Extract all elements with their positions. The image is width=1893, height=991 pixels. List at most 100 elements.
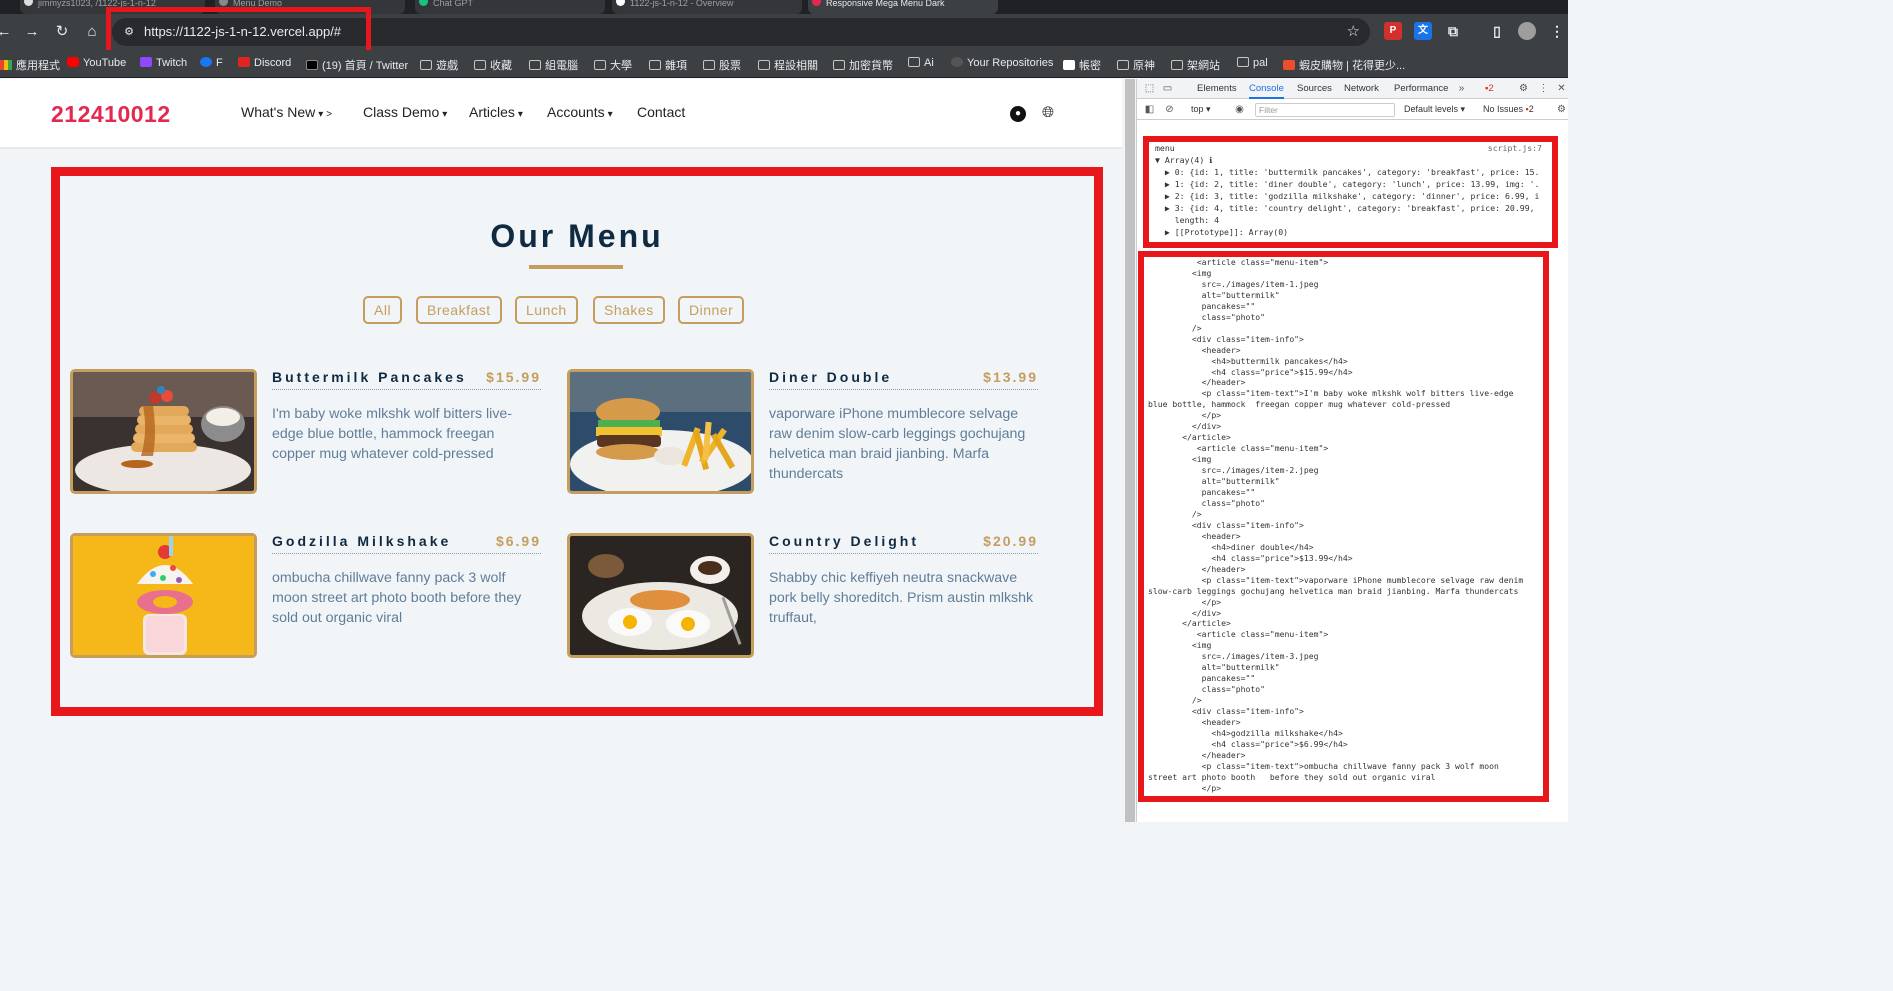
nav-contact[interactable]: Contact: [637, 104, 685, 120]
youtube-icon: [67, 57, 79, 67]
home-icon[interactable]: ⌂: [82, 22, 102, 42]
pdf-extension-icon[interactable]: P: [1384, 22, 1402, 40]
html-lines: <article class="menu-item"> <img src=./i…: [1148, 257, 1539, 796]
error-badge[interactable]: ▪2: [1485, 83, 1494, 94]
sidebar-toggle-icon[interactable]: ◧: [1143, 103, 1156, 116]
browser-tab[interactable]: 1122-js-1-n-12 - Overview: [612, 0, 802, 14]
translate-extension-icon[interactable]: 文: [1414, 22, 1432, 40]
bookmark-item[interactable]: YouTube: [67, 57, 126, 69]
item-text: vaporware iPhone mumblecore selvage raw …: [769, 406, 1026, 482]
more-options-icon[interactable]: ⋮: [1537, 82, 1550, 95]
item-info: Buttermilk Pancakes $15.99 I'm baby woke…: [272, 369, 541, 464]
site-logo[interactable]: 212410012: [51, 101, 171, 128]
page-scrollbar[interactable]: [1125, 79, 1135, 822]
x-twitter-icon: [306, 60, 318, 70]
filter-dinner-button[interactable]: Dinner: [678, 296, 745, 324]
browser-tab[interactable]: Chat GPT: [415, 0, 605, 14]
filter-lunch-button[interactable]: Lunch: [515, 296, 578, 324]
devtools-panel: ⬚ ▭ Elements Console Sources Network Per…: [1136, 79, 1568, 822]
context-selector[interactable]: top ▾: [1191, 104, 1211, 115]
html-source-line: </div>: [1148, 421, 1222, 432]
device-toolbar-icon[interactable]: ▭: [1161, 82, 1174, 95]
facebook-icon: [200, 57, 212, 67]
bookmark-item[interactable]: F: [200, 57, 223, 69]
bookmark-folder[interactable]: 程設相關: [758, 57, 818, 73]
html-source-line: alt="buttermilk": [1148, 662, 1280, 673]
html-source-line: <p class="item-text">ombucha chillwave f…: [1148, 760, 1499, 771]
html-source-line: <img: [1148, 640, 1212, 651]
bookmark-folder[interactable]: Ai: [908, 57, 934, 69]
bookmark-item[interactable]: 帳密: [1063, 57, 1101, 73]
item-price: $13.99: [983, 369, 1038, 385]
chevron-down-icon: ▾: [442, 109, 448, 120]
bookmark-item[interactable]: 蝦皮購物 | 花得更少...: [1283, 57, 1405, 73]
bookmark-label: F: [216, 57, 223, 69]
inspect-icon[interactable]: ⬚: [1143, 82, 1156, 95]
bookmark-folder[interactable]: 雜項: [649, 57, 687, 73]
close-icon[interactable]: ✕: [1555, 82, 1568, 95]
console-output-highlight: script.js:7 menu ▼ Array(4) ℹ ▶ 0: {id: 1,…: [1143, 136, 1558, 248]
profile-icon[interactable]: [1518, 22, 1536, 40]
bookmark-folder[interactable]: pal: [1237, 57, 1268, 69]
bookmark-folder[interactable]: 加密貨幣: [833, 57, 893, 73]
bookmark-item[interactable]: Discord: [238, 57, 291, 69]
html-source-line: <h4>buttermilk pancakes</h4>: [1148, 355, 1348, 366]
menu-icon[interactable]: ⋮: [1548, 22, 1566, 40]
bookmark-label: 應用程式: [16, 60, 60, 72]
extensions-icon[interactable]: ⧉: [1444, 22, 1462, 40]
html-source-line: <p class="item-text">vaporware iPhone mu…: [1148, 574, 1524, 585]
html-source-line: <img: [1148, 267, 1212, 278]
browser-tab-active[interactable]: Responsive Mega Menu Dark: [808, 0, 998, 14]
bookmark-folder[interactable]: 遊戲: [420, 57, 458, 73]
globe-icon[interactable]: 🌐︎: [1038, 103, 1058, 123]
nav-articles[interactable]: Articles ▾: [469, 104, 523, 120]
tab-sources[interactable]: Sources: [1297, 83, 1332, 94]
nav-label: Articles: [469, 104, 515, 120]
console-source-link[interactable]: script.js:7: [1488, 142, 1542, 154]
console-filter-input[interactable]: Filter: [1255, 103, 1395, 117]
nav-class-demo[interactable]: Class Demo ▾: [363, 104, 447, 120]
forward-icon[interactable]: →: [22, 22, 42, 42]
filter-shakes-button[interactable]: Shakes: [593, 296, 665, 324]
filter-breakfast-button[interactable]: Breakfast: [416, 296, 502, 324]
eye-icon[interactable]: ◉: [1233, 103, 1246, 116]
tab-elements[interactable]: Elements: [1197, 83, 1237, 94]
nav-whats-new[interactable]: What's New ▾ >: [241, 104, 332, 120]
html-source-line: <header>: [1148, 344, 1241, 355]
tab-performance[interactable]: Performance: [1394, 83, 1448, 94]
folder-icon: [649, 60, 661, 70]
item-title: Diner Double: [769, 369, 893, 385]
nav-accounts[interactable]: Accounts ▾: [547, 104, 613, 120]
log-levels-dropdown[interactable]: Default levels ▾: [1404, 104, 1465, 115]
bookmark-folder[interactable]: 原神: [1117, 57, 1155, 73]
html-source-line: <header>: [1148, 717, 1241, 728]
back-icon[interactable]: ←: [0, 22, 14, 42]
reload-icon[interactable]: ↻: [52, 22, 72, 42]
more-tabs-icon[interactable]: »: [1455, 82, 1468, 95]
sidebar-icon[interactable]: ▯: [1488, 22, 1506, 40]
bookmark-item[interactable]: (19) 首頁 / Twitter: [306, 57, 408, 73]
bookmark-folder[interactable]: 收藏: [474, 57, 512, 73]
console-settings-icon[interactable]: ⚙: [1555, 103, 1568, 116]
bookmark-item[interactable]: Twitch: [140, 57, 187, 69]
tab-console[interactable]: Console: [1249, 83, 1284, 99]
bookmark-star-icon[interactable]: ☆: [1347, 22, 1360, 40]
menu-item: Country Delight $20.99 Shabby chic keffi…: [567, 533, 1038, 658]
filter-all-button[interactable]: All: [363, 296, 403, 324]
html-source-line: <p class="item-text">I'm baby woke mlksh…: [1148, 388, 1514, 399]
console-line: ▶ 2: {id: 3, title: 'godzilla milkshake'…: [1155, 191, 1540, 201]
bookmark-folder[interactable]: 組電腦: [529, 57, 578, 73]
bookmark-folder[interactable]: 大學: [594, 57, 632, 73]
bookmark-label: (19) 首頁 / Twitter: [322, 60, 409, 72]
clear-console-icon[interactable]: ⊘: [1163, 103, 1176, 116]
item-price: $15.99: [486, 369, 541, 385]
tab-network[interactable]: Network: [1344, 83, 1379, 94]
bookmark-item[interactable]: Your Repositories: [951, 57, 1053, 69]
settings-gear-icon[interactable]: ⚙: [1517, 82, 1530, 95]
github-icon[interactable]: ●: [1010, 106, 1026, 122]
bookmark-item[interactable]: 應用程式: [0, 57, 60, 73]
bookmark-folder[interactable]: 股票: [703, 57, 741, 73]
folder-icon: [1171, 60, 1183, 70]
bookmark-folder[interactable]: 架網站: [1171, 57, 1220, 73]
issues-indicator[interactable]: No Issues ▪2: [1483, 104, 1534, 114]
